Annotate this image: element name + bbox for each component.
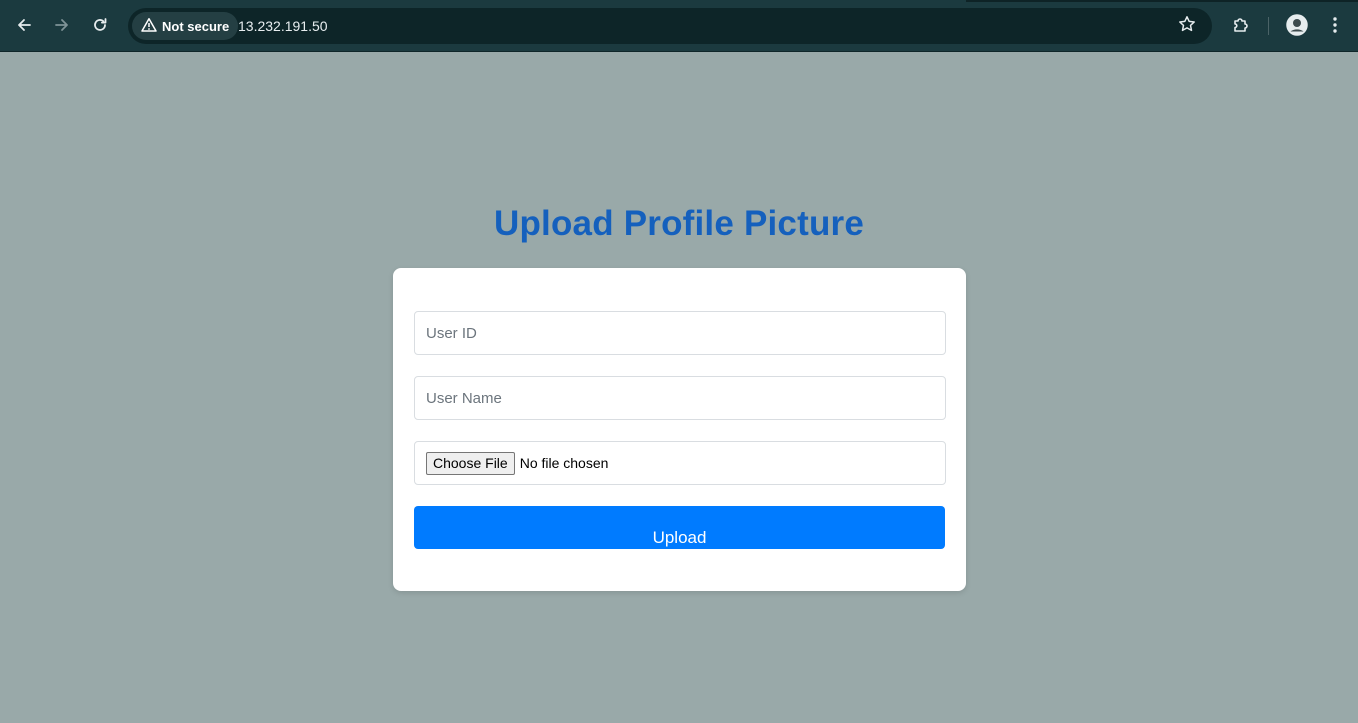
browser-toolbar: Not secure 13.232.191.50 — [0, 0, 1358, 52]
forward-arrow-icon — [54, 17, 70, 33]
user-id-input[interactable] — [414, 311, 946, 355]
back-arrow-icon — [16, 17, 32, 33]
avatar-icon — [1286, 14, 1308, 36]
page-title: Upload Profile Picture — [493, 204, 865, 243]
star-icon — [1178, 15, 1196, 38]
reload-button[interactable] — [86, 10, 114, 40]
file-input[interactable]: Choose File No file chosen — [414, 441, 946, 485]
warning-triangle-icon — [141, 17, 157, 36]
forward-button[interactable] — [48, 10, 76, 40]
tab-strip-edge — [966, 0, 1358, 2]
extensions-button[interactable] — [1227, 10, 1255, 40]
choose-file-button[interactable]: Choose File — [426, 451, 515, 475]
reload-icon — [92, 17, 108, 33]
upload-button[interactable]: Upload — [414, 506, 945, 549]
kebab-menu-icon — [1332, 16, 1338, 34]
menu-button[interactable] — [1321, 10, 1349, 40]
puzzle-icon — [1231, 15, 1251, 35]
back-button[interactable] — [10, 10, 38, 40]
user-name-input[interactable] — [414, 376, 946, 420]
upload-form-card: Choose File No file chosen Upload — [393, 268, 966, 591]
file-status-text: No file chosen — [519, 455, 609, 471]
toolbar-divider — [1268, 17, 1269, 35]
bookmark-button[interactable] — [1176, 15, 1198, 37]
security-label: Not secure — [162, 18, 230, 34]
profile-button[interactable] — [1283, 10, 1311, 40]
url-text[interactable]: 13.232.191.50 — [238, 8, 328, 44]
address-bar[interactable]: Not secure 13.232.191.50 — [128, 8, 1212, 44]
